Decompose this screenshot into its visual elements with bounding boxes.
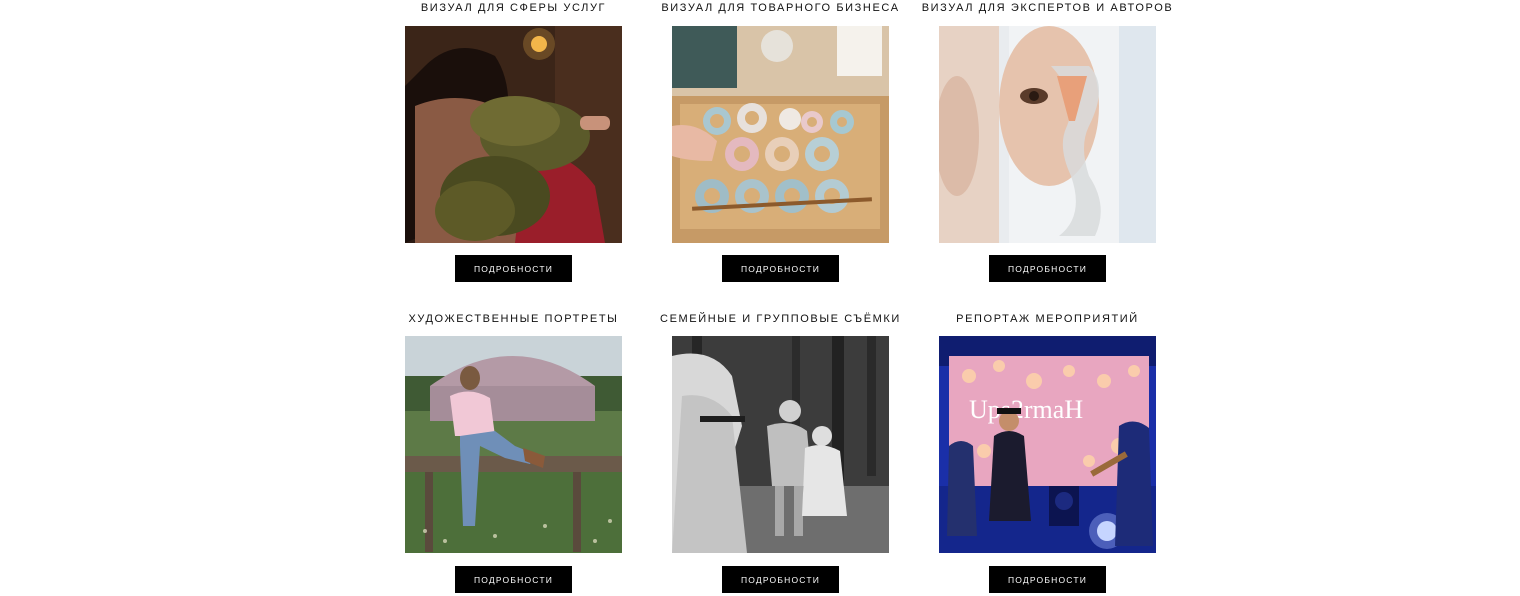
events-photo: Ups2rmaH (939, 336, 1156, 553)
service-photo-family[interactable] (672, 336, 889, 553)
details-button[interactable]: ПОДРОБНОСТИ (722, 255, 839, 282)
details-button[interactable]: ПОДРОБНОСТИ (989, 255, 1106, 282)
products-photo (672, 26, 889, 243)
service-photo-sauna[interactable] (405, 26, 622, 243)
stage-sign-text: Ups2rmaH (969, 395, 1083, 424)
card-title: РЕПОРТАЖ МЕРОПРИЯТИЙ (956, 313, 1139, 325)
sauna-photo (405, 26, 622, 243)
services-page: ВИЗУАЛ ДЛЯ СФЕРЫ УСЛУГ ПОДРОБНОСТИ ВИЗУА… (0, 0, 1520, 596)
service-photo-portraits[interactable] (405, 336, 622, 553)
card-title: ХУДОЖЕСТВЕННЫЕ ПОРТРЕТЫ (408, 313, 619, 325)
portraits-photo (405, 336, 622, 553)
details-button[interactable]: ПОДРОБНОСТИ (722, 566, 839, 593)
card-title: СЕМЕЙНЫЕ И ГРУППОВЫЕ СЪЁМКИ (660, 313, 901, 325)
card-title: ВИЗУАЛ ДЛЯ СФЕРЫ УСЛУГ (420, 2, 607, 14)
family-photo (672, 336, 889, 553)
card-title: ВИЗУАЛ ДЛЯ ТОВАРНОГО БИЗНЕСА (661, 2, 900, 14)
experts-photo (939, 26, 1156, 243)
details-button[interactable]: ПОДРОБНОСТИ (455, 566, 572, 593)
service-photo-events[interactable]: Ups2rmaH (939, 336, 1156, 553)
service-photo-experts[interactable] (939, 26, 1156, 243)
service-photo-products[interactable] (672, 26, 889, 243)
details-button[interactable]: ПОДРОБНОСТИ (455, 255, 572, 282)
details-button[interactable]: ПОДРОБНОСТИ (989, 566, 1106, 593)
card-title: ВИЗУАЛ ДЛЯ ЭКСПЕРТОВ И АВТОРОВ (921, 2, 1174, 14)
